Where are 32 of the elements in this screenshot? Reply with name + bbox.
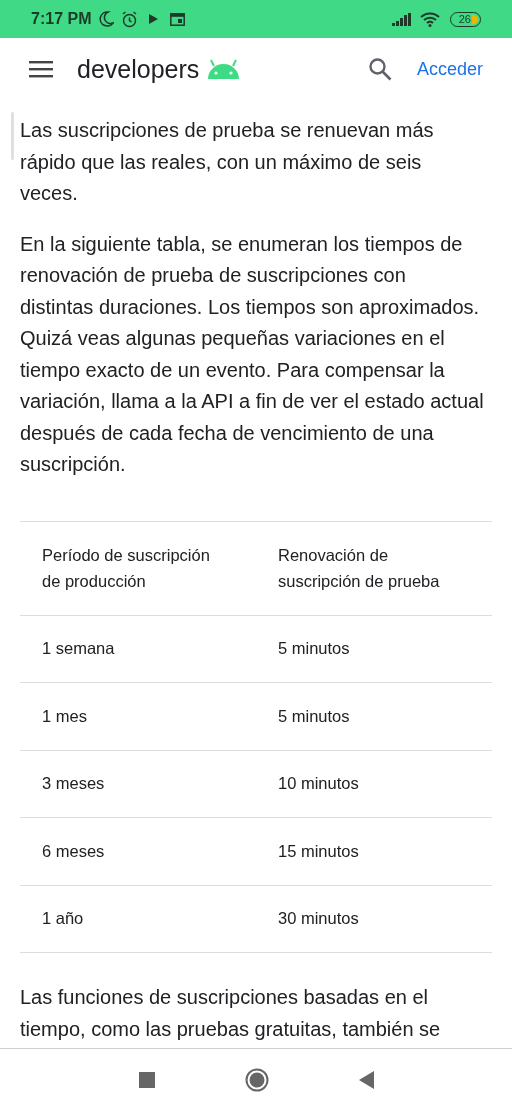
battery-charge-icon (472, 14, 478, 24)
developers-logo-text[interactable]: developers (77, 56, 200, 82)
play-icon (149, 14, 159, 24)
search-icon[interactable] (367, 57, 392, 81)
recents-button-icon[interactable] (138, 1071, 155, 1088)
table-cell-text: 6 meses (41, 840, 106, 862)
signal-icon (392, 12, 411, 26)
paragraph: Las funciones de suscripciones basadas en el tiempo, como las pruebas gratuitas, también se (20, 985, 442, 1042)
battery-level: 26 (458, 13, 471, 25)
wifi-icon (420, 11, 440, 27)
moon-icon (99, 11, 115, 27)
alarm-icon (121, 10, 139, 28)
table-cell-text: 3 meses (41, 773, 106, 795)
table-cell-text: 5 minutos (277, 638, 351, 660)
clock: 7:17 PM (31, 9, 92, 29)
home-button-icon[interactable] (244, 1067, 269, 1092)
table-cell-text: 5 minutos (277, 705, 351, 727)
calendar-icon (170, 12, 186, 26)
sign-in-link[interactable]: Acceder (416, 55, 483, 83)
table-cell-text: 30 minutos (277, 908, 360, 930)
paragraph: Las suscripciones de prueba se renuevan más rápido que las reales, con un máximo de seis veces. (20, 118, 435, 206)
table-cell-text: 1 semana (41, 638, 116, 660)
table-cell-text: 10 minutos (277, 773, 360, 795)
table-cell-text: 1 mes (41, 705, 88, 727)
table-cell-text: 15 minutos (277, 840, 360, 862)
menu-icon[interactable] (29, 60, 53, 78)
android-robot-icon (206, 59, 242, 79)
table-cell-text: 1 año (41, 908, 85, 930)
paragraph: En la siguiente tabla, se enumeran los tiempos de renovación de prueba de suscripciones con distintas duraciones. Los tiempos son aproximados. Quizá veas algunas pequeñas variaciones en el tiempo exacto de un evento. Para compensar la variación, llama a la API a fin de ver el estado actual después de cada fecha de vencimiento de una suscripción. (20, 231, 485, 477)
column-header: Renovación de suscripción de prueba (277, 545, 441, 592)
column-header: Período de suscripción de producción (41, 545, 211, 592)
back-button-icon[interactable] (358, 1070, 374, 1089)
